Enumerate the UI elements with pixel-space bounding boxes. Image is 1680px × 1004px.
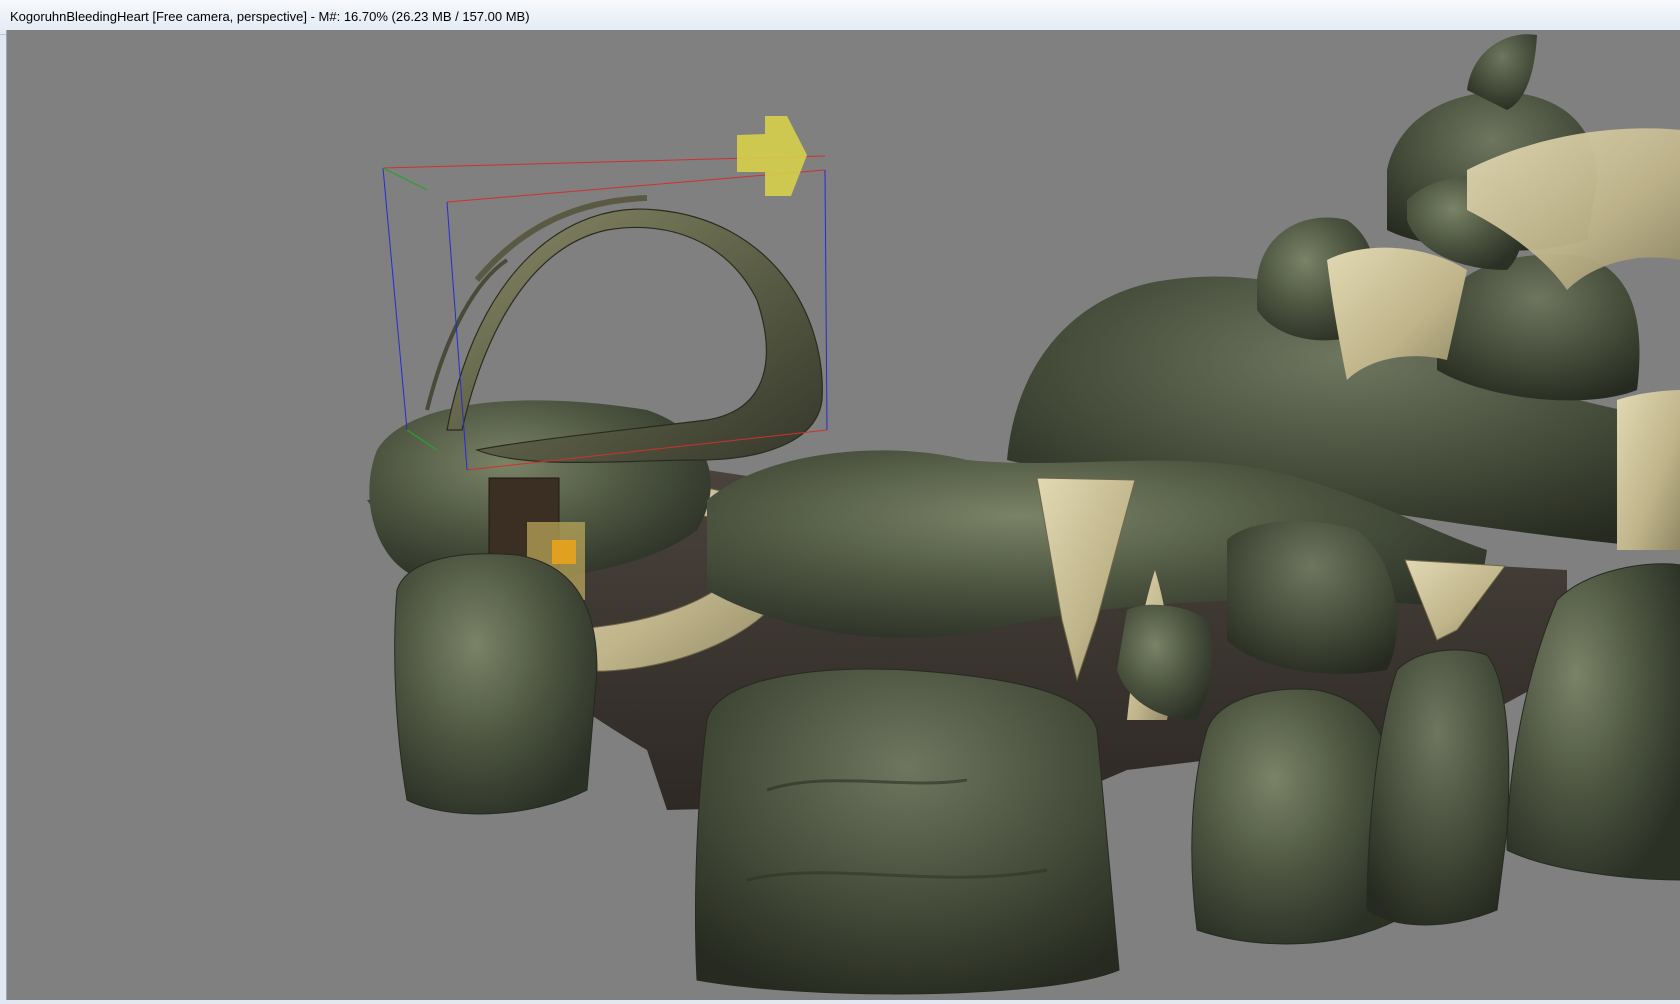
move-arrow-icon[interactable] (737, 116, 807, 196)
boulder-left (394, 553, 598, 815)
boulder-right (1191, 688, 1398, 945)
boulder-center (694, 668, 1120, 995)
editor-window: KogoruhnBleedingHeart [Free camera, pers… (0, 0, 1680, 1004)
scene-render[interactable] (7, 30, 1680, 1000)
window-bottom-border (0, 1000, 1680, 1004)
bone-wall-far (1617, 390, 1680, 550)
selected-handle[interactable] (552, 540, 576, 564)
3d-viewport[interactable] (6, 30, 1680, 1000)
window-title: KogoruhnBleedingHeart [Free camera, pers… (10, 9, 530, 24)
rock-far (1437, 254, 1640, 401)
boulder-mid (1227, 521, 1397, 674)
